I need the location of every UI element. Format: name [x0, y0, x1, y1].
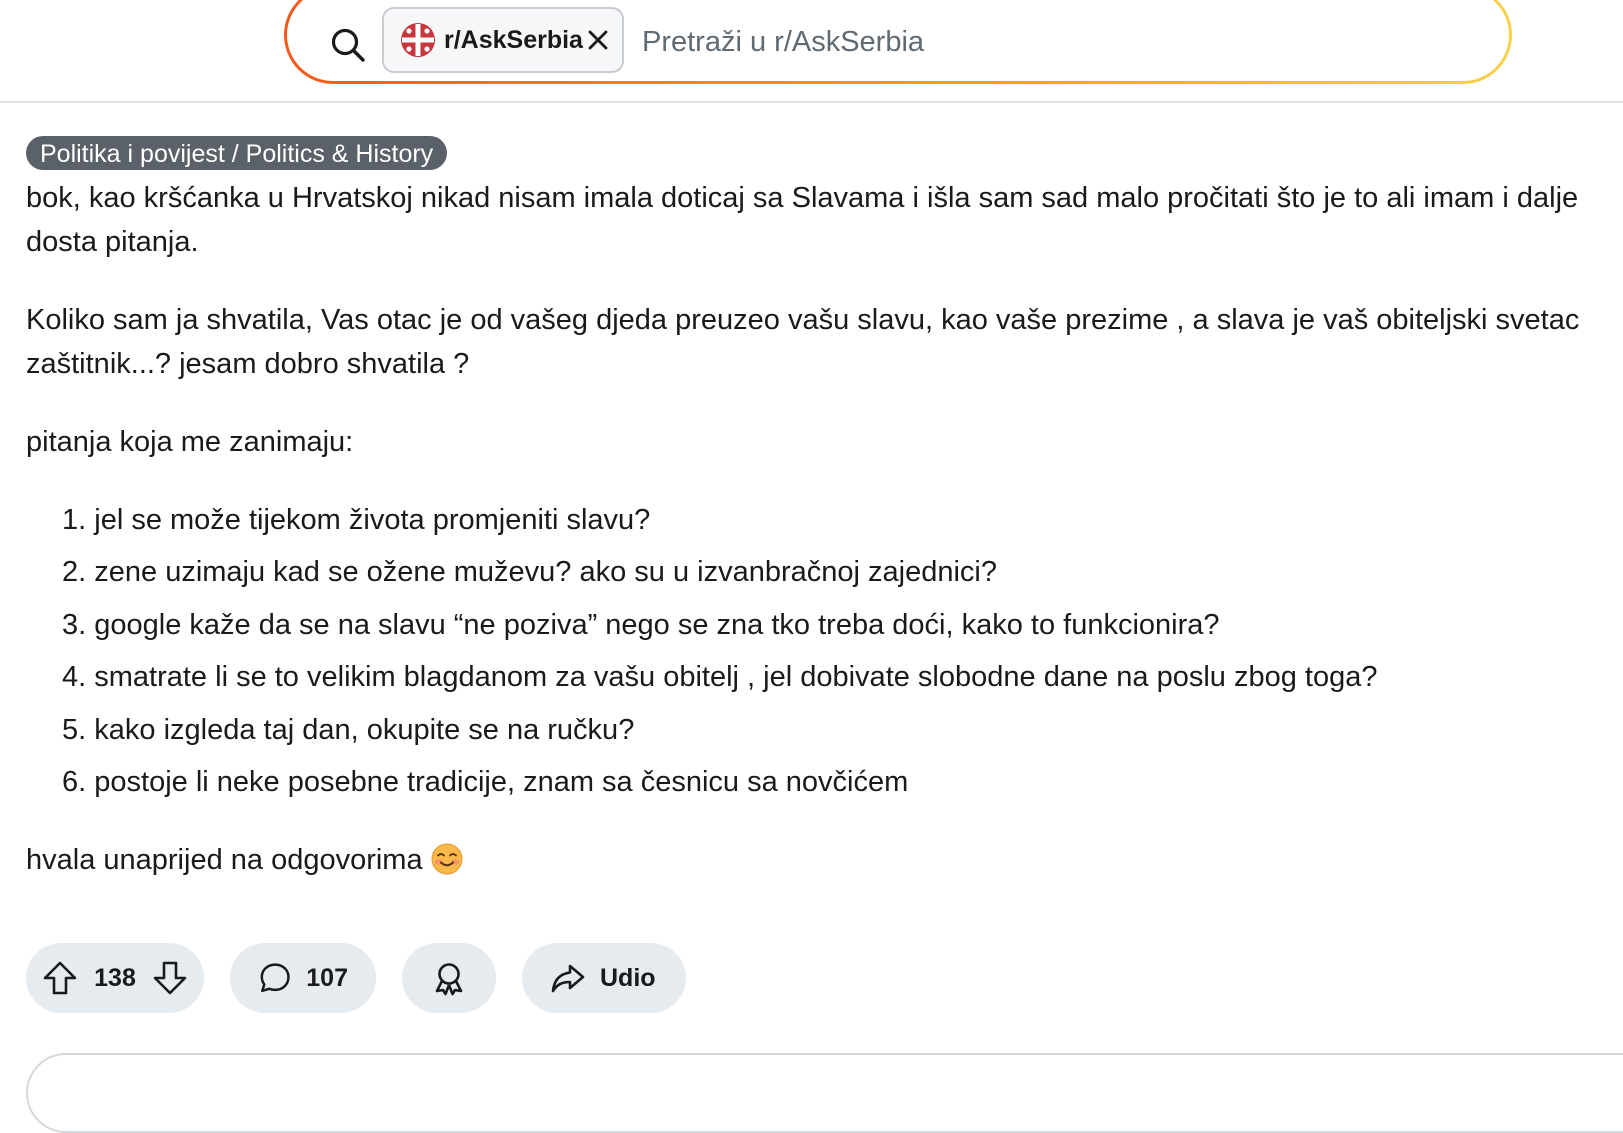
list-item-text: jel se može tijekom života promjeniti sl…: [94, 504, 651, 536]
comment-input-box[interactable]: [26, 1053, 1623, 1133]
post-paragraph-4: hvala unaprijed na odgovorima: [26, 838, 1623, 882]
list-item: 6. postoje li neke posebne tradicije, zn…: [62, 760, 1378, 812]
post-actions: 138 107 Udio: [26, 943, 686, 1013]
comments-button[interactable]: 107: [230, 943, 376, 1013]
closing-text: hvala unaprijed na odgovorima: [26, 844, 423, 876]
list-item-number: 4.: [62, 661, 87, 694]
list-item: 4. smatrate li se to velikim blagdanom z…: [62, 655, 1378, 707]
list-item-number: 1.: [62, 504, 87, 536]
community-chip-label: r/AskSerbia: [444, 25, 583, 54]
list-item-text: postoje li neke posebne tradicije, znam …: [94, 765, 909, 798]
comment-count: 107: [306, 963, 348, 992]
list-item-text: zene uzimaju kad se ožene muževu? ako su…: [94, 556, 998, 589]
list-item: 3. google kaže da se na slavu “ne poziva…: [62, 603, 1378, 655]
list-item-text: kako izgleda taj dan, okupite se na ručk…: [94, 713, 635, 746]
list-item: 5. kako izgleda taj dan, okupite se na r…: [62, 708, 1378, 760]
search-input[interactable]: [642, 15, 1442, 69]
arrow-up-icon[interactable]: [42, 960, 78, 996]
vote-control: 138: [26, 943, 204, 1013]
award-button[interactable]: [402, 943, 496, 1013]
smiling-face-emoji-icon: [431, 843, 463, 875]
comment-bubble-icon: [260, 963, 290, 993]
close-icon[interactable]: [584, 26, 612, 54]
top-header: r/AskSerbia: [0, 0, 1623, 103]
post-paragraph-1: bok, kao kršćanka u Hrvatskoj nikad nisa…: [26, 182, 1579, 258]
list-item: 1. jel se može tijekom života promjeniti…: [62, 498, 1378, 550]
award-icon: [435, 963, 463, 996]
search-icon[interactable]: [329, 26, 367, 64]
list-item: 2. zene uzimaju kad se ožene muževu? ako…: [62, 550, 1378, 602]
share-label: Udio: [600, 963, 656, 992]
post-flair[interactable]: Politika i povijest / Politics & History: [26, 136, 448, 170]
arrow-down-icon[interactable]: [152, 960, 188, 996]
list-item-number: 6.: [62, 765, 87, 798]
community-chip[interactable]: r/AskSerbia: [382, 7, 624, 73]
post-paragraph-3: pitanja koja me zanimaju:: [26, 426, 354, 458]
share-button[interactable]: Udio: [522, 943, 686, 1013]
list-item-number: 3.: [62, 608, 87, 641]
serbian-cross-icon: [401, 23, 435, 57]
list-item-number: 2.: [62, 556, 87, 589]
search-bar-inner: r/AskSerbia: [287, 0, 1509, 81]
list-item-number: 5.: [62, 713, 87, 746]
list-item-text: smatrate li se to velikim blagdanom za v…: [94, 661, 1378, 694]
question-list: 1. jel se može tijekom života promjeniti…: [62, 498, 1378, 812]
list-item-text: google kaže da se na slavu “ne poziva” n…: [94, 608, 1220, 641]
share-arrow-icon: [551, 964, 585, 993]
post-paragraph-2: Koliko sam ja shvatila, Vas otac je od v…: [26, 304, 1580, 380]
vote-count: 138: [94, 963, 136, 992]
search-bar[interactable]: r/AskSerbia: [284, 0, 1512, 84]
